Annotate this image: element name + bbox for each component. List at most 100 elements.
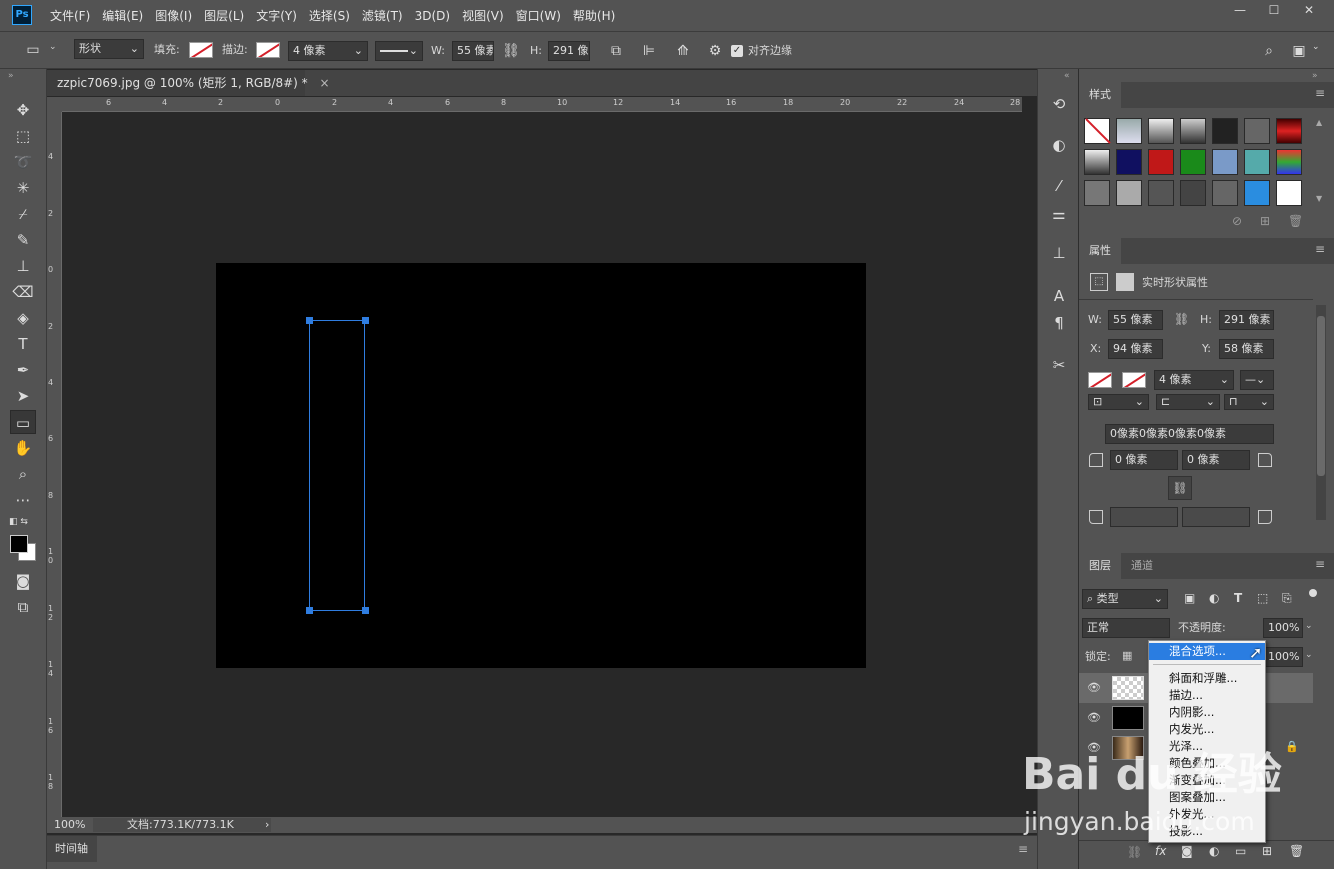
menu-image[interactable]: 图像(I) (149, 7, 198, 24)
path-selection-icon[interactable]: ➤ (10, 384, 36, 408)
menu-window[interactable]: 窗口(W) (510, 7, 567, 24)
menu-item-stroke[interactable]: 描边... (1149, 687, 1265, 704)
menu-3d[interactable]: 3D(D) (409, 9, 456, 23)
prop-stroke-type[interactable]: —⌄ (1240, 370, 1274, 390)
clear-style-icon[interactable]: ⊘ (1232, 214, 1242, 228)
menu-item-bevel-emboss[interactable]: 斜面和浮雕... (1149, 670, 1265, 687)
anchor-handle[interactable] (306, 317, 313, 324)
timeline-tab[interactable]: 时间轴 (47, 836, 97, 862)
scrollbar-thumb[interactable] (1317, 316, 1325, 476)
move-tool-icon[interactable]: ✥ (10, 98, 36, 122)
style-swatch[interactable] (1244, 180, 1270, 206)
style-swatch[interactable] (1084, 180, 1110, 206)
brush-tool-icon[interactable]: ✎ (10, 228, 36, 252)
expand-icon[interactable]: « (1064, 71, 1070, 81)
height-field[interactable]: 291 像 (548, 41, 590, 61)
corner-bl-field[interactable] (1110, 507, 1178, 527)
adjustment-layer-icon[interactable]: ◐ (1209, 844, 1219, 858)
style-swatch[interactable] (1276, 149, 1302, 175)
trash-icon[interactable]: 🗑 (1288, 214, 1303, 228)
filter-type-icon[interactable]: T (1234, 591, 1242, 605)
collapse-icon[interactable]: » (8, 71, 14, 81)
link-icon[interactable]: ⛓ (500, 40, 522, 62)
path-alignment-icon[interactable]: ⊫ (638, 40, 660, 62)
style-swatch[interactable] (1116, 118, 1142, 144)
prop-stroke-swatch[interactable] (1122, 372, 1146, 388)
rectangle-shape-path[interactable] (309, 320, 365, 611)
panel-menu-icon[interactable]: ≡ (1315, 557, 1325, 571)
prop-height-field[interactable]: 291 像素 (1219, 310, 1274, 330)
gear-icon[interactable]: ⚙ (704, 40, 726, 62)
tool-presets-icon[interactable]: ✂ (1046, 353, 1072, 377)
lock-transparent-icon[interactable]: ▦ (1122, 649, 1132, 662)
panel-menu-icon[interactable]: ≡ (1315, 242, 1325, 256)
tab-properties[interactable]: 属性 (1079, 238, 1121, 264)
paint-bucket-icon[interactable]: ◈ (10, 306, 36, 330)
group-folder-icon[interactable]: ▭ (1235, 844, 1246, 858)
chevron-down-icon[interactable]: ⌄ (49, 42, 57, 52)
tab-channels[interactable]: 通道 (1121, 553, 1163, 579)
corner-tl-field[interactable]: 0 像素 (1110, 450, 1178, 470)
opacity-field[interactable]: 100% (1263, 618, 1303, 638)
adjustments-icon[interactable]: ◐ (1046, 133, 1072, 157)
default-colors-icon[interactable]: ◧ ⇆ (9, 517, 28, 527)
anchor-handle[interactable] (362, 317, 369, 324)
rectangle-tool-icon[interactable]: ▭ (10, 410, 36, 434)
link-layers-icon[interactable]: ⛓ (1127, 845, 1142, 859)
prop-stroke-width[interactable]: 4 像素 ⌄ (1154, 370, 1234, 390)
style-swatch[interactable] (1180, 149, 1206, 175)
menu-edit[interactable]: 编辑(E) (96, 7, 149, 24)
style-swatch[interactable] (1276, 180, 1302, 206)
search-icon[interactable]: ⌕ (1258, 40, 1280, 62)
corner-radius-field[interactable]: 0像素0像素0像素0像素 (1105, 424, 1274, 444)
chevron-right-icon[interactable]: › (265, 817, 269, 833)
style-swatch[interactable] (1180, 180, 1206, 206)
stroke-width-field[interactable]: 4 像素 ⌄ (288, 41, 368, 61)
new-layer-icon[interactable]: ⊞ (1262, 844, 1272, 858)
menu-select[interactable]: 选择(S) (303, 7, 356, 24)
stroke-cap-select[interactable]: ⊏ ⌄ (1156, 394, 1220, 410)
visibility-eye-icon[interactable]: 👁 (1087, 711, 1101, 725)
chevron-down-icon[interactable]: ⌄ (1305, 621, 1313, 631)
trash-icon[interactable]: 🗑 (1289, 844, 1304, 858)
link-corners-button[interactable]: ⛓ (1168, 476, 1192, 500)
stamp-tool-icon[interactable]: ⊥ (10, 254, 36, 278)
rectangle-tool-preset-icon[interactable]: ▭ (22, 39, 44, 61)
chevron-down-icon[interactable]: ⌄ (1312, 42, 1320, 52)
fill-swatch[interactable] (189, 42, 213, 58)
lasso-tool-icon[interactable]: ➰ (10, 150, 36, 174)
document-tab[interactable]: zzpic7069.jpg @ 100% (矩形 1, RGB/8#) * × (47, 70, 330, 96)
zoom-level[interactable]: 100% (54, 817, 85, 833)
layer-filter-select[interactable]: ⌕ 类型 ⌄ (1082, 589, 1168, 609)
more-tools-icon[interactable]: ⋯ (10, 488, 36, 512)
path-operations-icon[interactable]: ⧉ (605, 40, 627, 62)
brush-settings-icon[interactable]: ⁄ (1046, 174, 1072, 198)
stroke-swatch[interactable] (256, 42, 280, 58)
anchor-handle[interactable] (306, 607, 313, 614)
prop-x-field[interactable]: 94 像素 (1108, 339, 1163, 359)
menu-help[interactable]: 帮助(H) (567, 7, 621, 24)
menu-item-inner-shadow[interactable]: 内阴影... (1149, 704, 1265, 721)
stroke-align-select[interactable]: ⊡ ⌄ (1088, 394, 1149, 410)
path-arrangement-icon[interactable]: ⟰ (672, 40, 694, 62)
style-swatch[interactable] (1244, 149, 1270, 175)
close-window-button[interactable]: ✕ (1292, 0, 1326, 20)
chevron-down-icon[interactable]: ⌄ (1305, 650, 1313, 660)
tab-layers[interactable]: 图层 (1079, 553, 1121, 579)
close-tab-icon[interactable]: × (320, 76, 330, 90)
menu-filter[interactable]: 滤镜(T) (356, 7, 409, 24)
style-swatch[interactable] (1212, 118, 1238, 144)
style-swatch[interactable] (1212, 180, 1238, 206)
style-swatch[interactable] (1116, 149, 1142, 175)
blend-mode-select[interactable]: 正常 (1082, 618, 1170, 638)
style-swatch[interactable] (1116, 180, 1142, 206)
corner-br-field[interactable] (1182, 507, 1250, 527)
fill-field[interactable]: 100% (1263, 647, 1303, 667)
tab-styles[interactable]: 样式 (1079, 82, 1121, 108)
menu-item-blending-options[interactable]: 混合选项... (1149, 643, 1265, 660)
anchor-handle[interactable] (362, 607, 369, 614)
align-edges-checkbox[interactable]: ✓ (731, 45, 743, 57)
link-icon[interactable]: ⛓ (1174, 312, 1189, 326)
marquee-tool-icon[interactable]: ⬚ (10, 124, 36, 148)
paragraph-icon[interactable]: ¶ (1046, 311, 1072, 335)
